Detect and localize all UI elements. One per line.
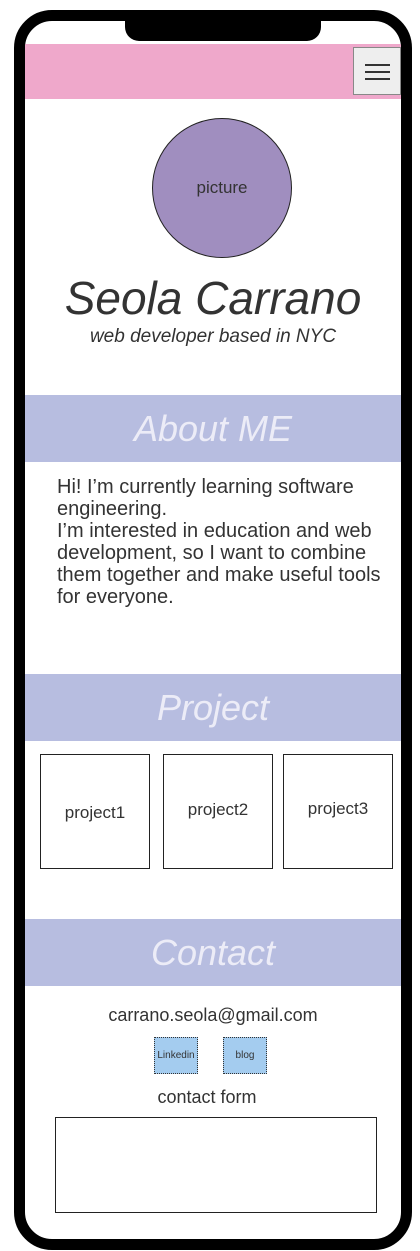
menu-line <box>365 78 390 80</box>
top-navigation-bar <box>25 44 401 99</box>
phone-notch <box>125 21 321 41</box>
project-card-label: project1 <box>64 802 126 822</box>
contact-email[interactable]: carrano.seola@gmail.com <box>25 1005 401 1026</box>
page-screen: picture Seola Carrano web developer base… <box>25 21 401 1239</box>
hamburger-menu-icon[interactable] <box>353 47 401 95</box>
linkedin-button-label: Linkedin <box>157 1050 195 1061</box>
phone-frame: picture Seola Carrano web developer base… <box>14 10 412 1250</box>
about-paragraph: Hi! I’m currently learning software engi… <box>57 476 354 520</box>
menu-line <box>365 71 390 73</box>
contact-form-label: contact form <box>157 1087 257 1107</box>
project-card-label: project2 <box>187 799 249 819</box>
linkedin-button[interactable]: Linkedin <box>154 1037 198 1074</box>
contact-form-input[interactable] <box>55 1117 377 1213</box>
project-section-header: Project <box>25 674 401 741</box>
menu-line <box>365 64 390 66</box>
about-section-header: About ME <box>25 395 401 462</box>
project-card-2[interactable]: project2 <box>163 754 273 869</box>
profile-picture-label: picture <box>196 178 248 197</box>
about-paragraph: I’m interested in education and web deve… <box>57 520 381 608</box>
about-text: Hi! I’m currently learning software engi… <box>57 476 382 608</box>
tagline: web developer based in NYC <box>89 326 337 347</box>
blog-button[interactable]: blog <box>223 1037 267 1074</box>
project-card-1[interactable]: project1 <box>40 754 150 869</box>
project-card-label: project3 <box>307 798 369 818</box>
project-card-3[interactable]: project3 <box>283 754 393 869</box>
blog-button-label: blog <box>235 1050 255 1061</box>
page-title: Seola Carrano <box>64 272 362 324</box>
profile-picture: picture <box>152 118 292 258</box>
contact-section-header: Contact <box>25 919 401 986</box>
